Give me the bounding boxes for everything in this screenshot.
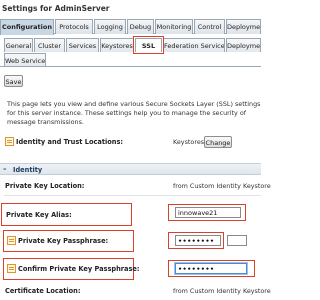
row-divider: [4, 195, 261, 196]
tab-debug[interactable]: Debug: [127, 19, 154, 34]
tab-logging[interactable]: Logging: [94, 19, 126, 34]
tab-keystores[interactable]: Keystores: [100, 38, 134, 52]
private-key-location-value: from Custom Identity Keystore: [173, 182, 271, 190]
tab-services[interactable]: Services: [66, 38, 99, 52]
tab-protocols[interactable]: Protocols: [55, 19, 93, 34]
identity-section-title: Identity: [13, 166, 43, 174]
certificate-location-label: Certificate Location:: [5, 287, 81, 295]
confirm-passphrase-label: Confirm Private Key Passphrase:: [18, 265, 140, 273]
tab-configuration[interactable]: Configuration: [0, 19, 54, 35]
identity-trust-label: Identity and Trust Locations:: [16, 138, 124, 146]
tab-control[interactable]: Control: [194, 19, 225, 34]
tab-cluster[interactable]: Cluster: [34, 38, 65, 52]
tab-deployment[interactable]: Deployment: [226, 38, 261, 52]
private-key-passphrase-label: Private Key Passphrase:: [18, 237, 109, 245]
help-icon[interactable]: [7, 236, 16, 245]
save-button[interactable]: Save: [4, 75, 23, 87]
tab-divider: [0, 66, 261, 67]
help-icon[interactable]: [7, 264, 16, 273]
tab-web-services[interactable]: Web Services: [4, 53, 46, 67]
tab-federation-services[interactable]: Federation Services: [163, 38, 225, 52]
private-key-alias-input[interactable]: innowave21: [175, 207, 241, 218]
page-description: This page lets you view and define vario…: [7, 100, 261, 126]
certificate-location-value: from Custom Identity Keystore: [173, 287, 271, 295]
private-key-location-label: Private Key Location:: [5, 182, 85, 190]
tab-general[interactable]: General: [4, 38, 33, 52]
private-key-passphrase-input[interactable]: ••••••••: [175, 235, 221, 246]
tab-deployments[interactable]: Deployments: [226, 19, 261, 34]
identity-trust-value: Keystores: [173, 138, 205, 146]
identity-section-header[interactable]: – Identity: [0, 163, 261, 175]
collapse-icon[interactable]: –: [3, 165, 7, 173]
tab-monitoring[interactable]: Monitoring: [155, 19, 193, 34]
change-button[interactable]: Change: [204, 136, 232, 148]
private-key-alias-label: Private Key Alias:: [6, 211, 72, 219]
help-icon[interactable]: [5, 137, 14, 146]
passphrase-input-extension[interactable]: [227, 235, 247, 246]
page-title: Settings for AdminServer: [0, 0, 261, 16]
confirm-passphrase-input[interactable]: ••••••••: [175, 263, 247, 274]
primary-tab-bar: Configuration Protocols Logging Debug Mo…: [0, 19, 261, 35]
secondary-tab-bar: General Cluster Services Keystores SSL F…: [0, 37, 261, 67]
tab-ssl[interactable]: SSL: [135, 38, 162, 52]
